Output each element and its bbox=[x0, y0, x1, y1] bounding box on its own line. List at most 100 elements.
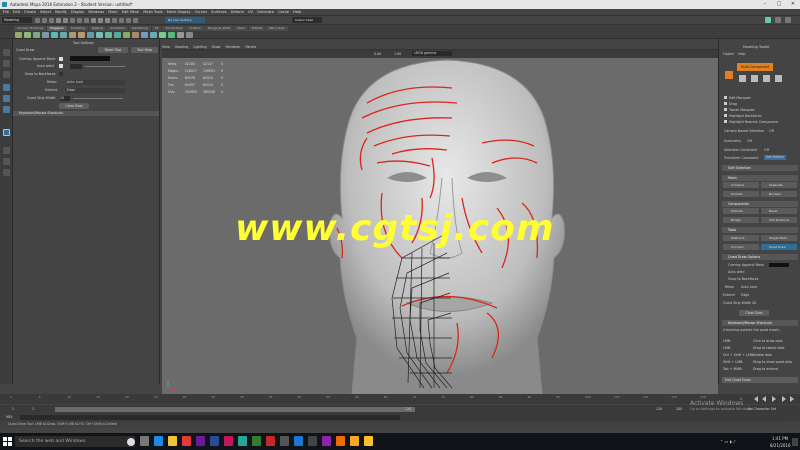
task-view-icon[interactable] bbox=[140, 436, 149, 446]
file-explorer-icon[interactable] bbox=[168, 436, 177, 446]
menu-mesh-tools[interactable]: Mesh Tools bbox=[143, 9, 162, 16]
extrude-button[interactable]: Extrude bbox=[723, 208, 759, 214]
shelf-tab-9[interactable]: Polygons_Pratt bbox=[204, 26, 233, 31]
qd-clear-dots-button[interactable]: Clear Dots bbox=[739, 310, 769, 316]
range-start[interactable]: 1 bbox=[12, 407, 14, 411]
keyboard-shortcuts-header[interactable]: Keyboard/Mouse Shortcuts bbox=[722, 320, 798, 326]
attribute-editor-icon[interactable] bbox=[775, 17, 781, 23]
channel-box-icon[interactable] bbox=[785, 17, 791, 23]
acrobat-icon[interactable] bbox=[266, 436, 275, 446]
overlay-append-checkbox[interactable] bbox=[59, 57, 63, 61]
menu-select[interactable]: Select bbox=[40, 9, 51, 16]
excel-icon[interactable] bbox=[252, 436, 261, 446]
range-max[interactable]: 200 bbox=[676, 407, 682, 411]
connect-button[interactable]: Connect bbox=[723, 244, 759, 250]
range-end[interactable]: 120 bbox=[405, 407, 411, 411]
menu-help[interactable]: Help bbox=[293, 9, 301, 16]
auto-weld-checkbox[interactable] bbox=[59, 64, 63, 68]
menu-modify[interactable]: Modify bbox=[55, 9, 67, 16]
edge-mode-icon[interactable] bbox=[751, 75, 758, 82]
app-icon-orange[interactable] bbox=[336, 436, 345, 446]
cortana-mic-icon[interactable] bbox=[127, 438, 135, 446]
shelf-tab-10[interactable]: XGen bbox=[233, 26, 249, 31]
layout-icon[interactable] bbox=[3, 169, 10, 176]
relax-dropdown[interactable]: Auto Lock bbox=[67, 80, 125, 85]
paint-select-icon[interactable] bbox=[3, 71, 10, 78]
uv-mode-icon[interactable] bbox=[775, 75, 782, 82]
qd-strip-value[interactable]: 20 bbox=[752, 301, 756, 305]
overlay-color-swatch[interactable] bbox=[70, 56, 110, 61]
menu-generate[interactable]: Generate bbox=[257, 9, 274, 16]
time-slider[interactable]: 1 5 10 15 20 25 30 35 40 45 50 55 60 65 70 75 80 85 90 95 10… bbox=[0, 394, 800, 404]
camera-selection-value[interactable]: Off bbox=[769, 129, 774, 133]
tools-section[interactable]: Tools bbox=[722, 227, 798, 233]
app-icon-grey[interactable] bbox=[308, 436, 317, 446]
menu-uv[interactable]: UV bbox=[248, 9, 253, 16]
qd-overlay-swatch[interactable] bbox=[769, 263, 789, 267]
edge-icon[interactable] bbox=[154, 436, 163, 446]
face-mode-icon[interactable] bbox=[763, 75, 770, 82]
add-divisions-button[interactable]: Add Divisions bbox=[761, 217, 797, 223]
qd-relax-value[interactable]: Auto Lock bbox=[741, 285, 757, 289]
select-tool-icon[interactable] bbox=[3, 49, 10, 56]
menu-display[interactable]: Display bbox=[71, 9, 84, 16]
viewport-value-a[interactable]: 0.00 bbox=[374, 52, 381, 56]
chrome-icon[interactable] bbox=[182, 436, 191, 446]
range-slider[interactable]: 1 1 120 120 200 No Character Set bbox=[0, 405, 800, 414]
snap-backfaces-checkbox[interactable] bbox=[59, 72, 63, 76]
menu-cache[interactable]: Cache bbox=[278, 9, 289, 16]
four-view-icon[interactable] bbox=[3, 158, 10, 165]
shelf-tab-12[interactable]: Nitro_User bbox=[266, 26, 288, 31]
quad-draw-button[interactable]: Quad Draw bbox=[761, 244, 797, 250]
menu-surfaces[interactable]: Surfaces bbox=[211, 9, 227, 16]
qd-extend-value[interactable]: Edge bbox=[741, 293, 749, 297]
soft-selection-section[interactable]: Soft Selection bbox=[722, 165, 798, 171]
tab-object[interactable]: Object bbox=[723, 52, 734, 56]
maximize-button[interactable]: □ bbox=[772, 0, 786, 9]
premiere-icon[interactable] bbox=[196, 436, 205, 446]
menu-create[interactable]: Create bbox=[24, 9, 36, 16]
menu-mesh-display[interactable]: Mesh Display bbox=[167, 9, 191, 16]
bridge-button[interactable]: Bridge bbox=[723, 217, 759, 223]
mesh-section[interactable]: Mesh bbox=[722, 175, 798, 181]
option-checkbox[interactable] bbox=[724, 114, 727, 117]
lasso-tool-icon[interactable] bbox=[3, 60, 10, 67]
viewport-3d[interactable]: Verts: 42180 42147 0 Edges: 128017 126091 0 Face… bbox=[162, 58, 718, 394]
vertex-mode-icon[interactable] bbox=[739, 75, 746, 82]
multi-cut-button[interactable]: Multi-Cut bbox=[723, 235, 759, 241]
range-bar[interactable] bbox=[55, 407, 415, 412]
quad-strip-field[interactable]: 20 bbox=[60, 96, 70, 101]
tab-help[interactable]: Help bbox=[738, 52, 746, 56]
exit-quad-draw-button[interactable]: Exit Quad Draw bbox=[722, 377, 798, 383]
option-checkbox[interactable] bbox=[724, 96, 727, 99]
menu-set-dropdown[interactable]: Modeling bbox=[2, 17, 32, 23]
clock-date[interactable]: 8/21/2016 bbox=[770, 443, 791, 448]
symmetry-value[interactable]: Off bbox=[747, 139, 752, 143]
separate-button[interactable]: Separate bbox=[761, 182, 797, 188]
quad-draw-options-section[interactable]: Quad Draw Options bbox=[722, 254, 798, 260]
extend-dropdown[interactable]: Edge bbox=[67, 88, 125, 93]
menu-windows[interactable]: Windows bbox=[88, 9, 104, 16]
app-icon-gold[interactable] bbox=[364, 436, 373, 446]
target-weld-button[interactable]: Target Weld bbox=[761, 235, 797, 241]
menu-curves[interactable]: Curves bbox=[195, 9, 207, 16]
playback-controls[interactable] bbox=[752, 396, 796, 402]
auto-weld-field[interactable] bbox=[70, 64, 82, 69]
option-checkbox[interactable] bbox=[724, 108, 727, 111]
clock-time[interactable]: 1:41 PM bbox=[772, 436, 788, 441]
selection-option[interactable]: Highlight Nearest Component bbox=[724, 119, 778, 125]
viewport-value-b[interactable]: 1.00 bbox=[394, 52, 401, 56]
color-management-dropdown[interactable]: sRGB gamma bbox=[412, 51, 452, 56]
taskbar-search[interactable]: Search the web and Windows bbox=[15, 436, 135, 447]
rotate-tool-icon[interactable] bbox=[3, 95, 10, 102]
object-mode-icon[interactable] bbox=[725, 71, 733, 79]
single-view-icon[interactable] bbox=[3, 147, 10, 154]
components-section[interactable]: Components bbox=[722, 201, 798, 207]
scale-tool-icon[interactable] bbox=[3, 106, 10, 113]
maya-taskbar-icon[interactable] bbox=[238, 436, 247, 446]
auto-weld-slider[interactable] bbox=[85, 66, 125, 67]
range-min[interactable]: 1 bbox=[32, 407, 34, 411]
app-icon-dark[interactable] bbox=[280, 436, 289, 446]
app-icon-purple[interactable] bbox=[322, 436, 331, 446]
live-surface-field[interactable]: No Live Surface bbox=[165, 17, 205, 23]
